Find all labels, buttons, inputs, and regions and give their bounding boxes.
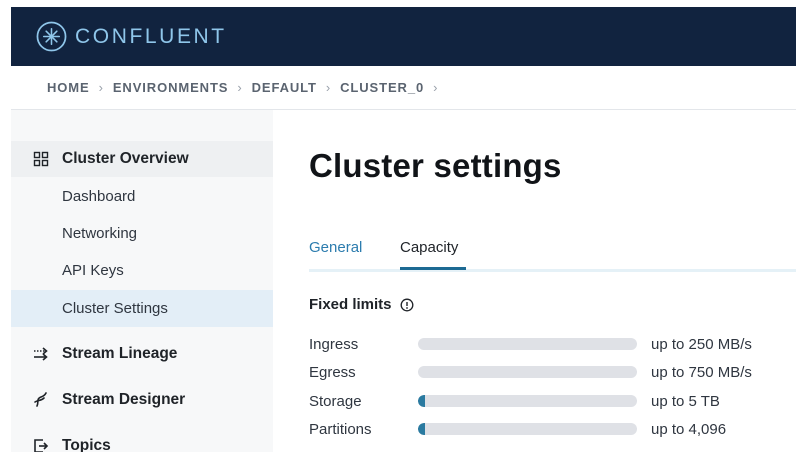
limit-value: up to 4,096 [651,421,727,438]
chevron-right-icon: › [325,80,332,95]
sidebar-item-label: Cluster Overview [62,150,189,167]
tab-general[interactable]: General [309,239,362,256]
chevron-right-icon[interactable]: › [433,80,438,95]
breadcrumb-home[interactable]: HOME [47,80,90,95]
limit-value: up to 750 MB/s [651,364,752,381]
breadcrumb-default[interactable]: DEFAULT [252,80,317,95]
main-content: Cluster settings General Capacity Fixed … [273,110,796,452]
breadcrumb: HOME › ENVIRONMENTS › DEFAULT › CLUSTER_… [11,66,796,110]
limit-row-partitions: Partitions up to 4,096 [309,418,796,440]
limit-name: Egress [309,364,356,381]
sidebar-item-label: Topics [62,437,111,452]
usage-bar [418,423,637,435]
usage-bar-fill [418,395,425,407]
confluent-logo-icon[interactable] [36,21,67,52]
usage-bar [418,395,637,407]
limit-value: up to 5 TB [651,393,720,410]
fixed-limits-heading: Fixed limits [309,296,414,313]
lineage-icon [34,347,48,361]
sidebar-item-cluster-settings[interactable]: Cluster Settings [11,290,273,327]
sidebar-item-label: Cluster Settings [62,300,168,317]
designer-icon [34,392,47,407]
usage-bar [418,338,637,350]
sidebar-item-label: Dashboard [62,188,136,205]
tab-bar: General Capacity [309,234,796,272]
breadcrumb-cluster[interactable]: CLUSTER_0 [340,80,424,95]
breadcrumb-environments[interactable]: ENVIRONMENTS [113,80,229,95]
sidebar-item-dashboard[interactable]: Dashboard [11,178,273,215]
usage-bar-fill [418,423,425,435]
sidebar-item-networking[interactable]: Networking [11,215,273,252]
sidebar-item-label: Stream Lineage [62,345,178,362]
top-bar: CONFLUENT [11,7,796,66]
brand-name[interactable]: CONFLUENT [75,25,227,49]
sidebar-item-topics[interactable]: Topics [11,428,273,452]
sidebar-item-stream-designer[interactable]: Stream Designer [11,382,273,418]
limit-row-storage: Storage up to 5 TB [309,390,796,412]
sidebar-item-label: Networking [62,225,138,242]
tab-capacity[interactable]: Capacity [400,239,458,256]
active-tab-indicator [400,267,466,270]
info-icon[interactable] [400,298,414,312]
sidebar-item-stream-lineage[interactable]: Stream Lineage [11,336,273,372]
grid-icon [33,151,49,167]
page-title: Cluster settings [309,147,562,184]
limit-row-egress: Egress up to 750 MB/s [309,361,796,383]
sidebar-item-cluster-overview[interactable]: Cluster Overview [11,141,273,177]
sidebar-item-label: API Keys [62,262,124,279]
chevron-right-icon: › [237,80,243,95]
limit-value: up to 250 MB/s [651,336,752,353]
sidebar-item-label: Stream Designer [62,391,186,408]
limit-name: Storage [309,393,362,410]
fixed-limits-label: Fixed limits [309,296,392,313]
chevron-right-icon: › [98,80,104,95]
usage-bar [418,366,637,378]
sidebar: Cluster Overview Dashboard Networking AP… [11,110,273,452]
limit-row-ingress: Ingress up to 250 MB/s [309,333,796,355]
topics-icon [34,439,49,452]
limit-name: Partitions [309,421,372,438]
sidebar-item-api-keys[interactable]: API Keys [11,252,273,289]
limit-name: Ingress [309,336,359,353]
